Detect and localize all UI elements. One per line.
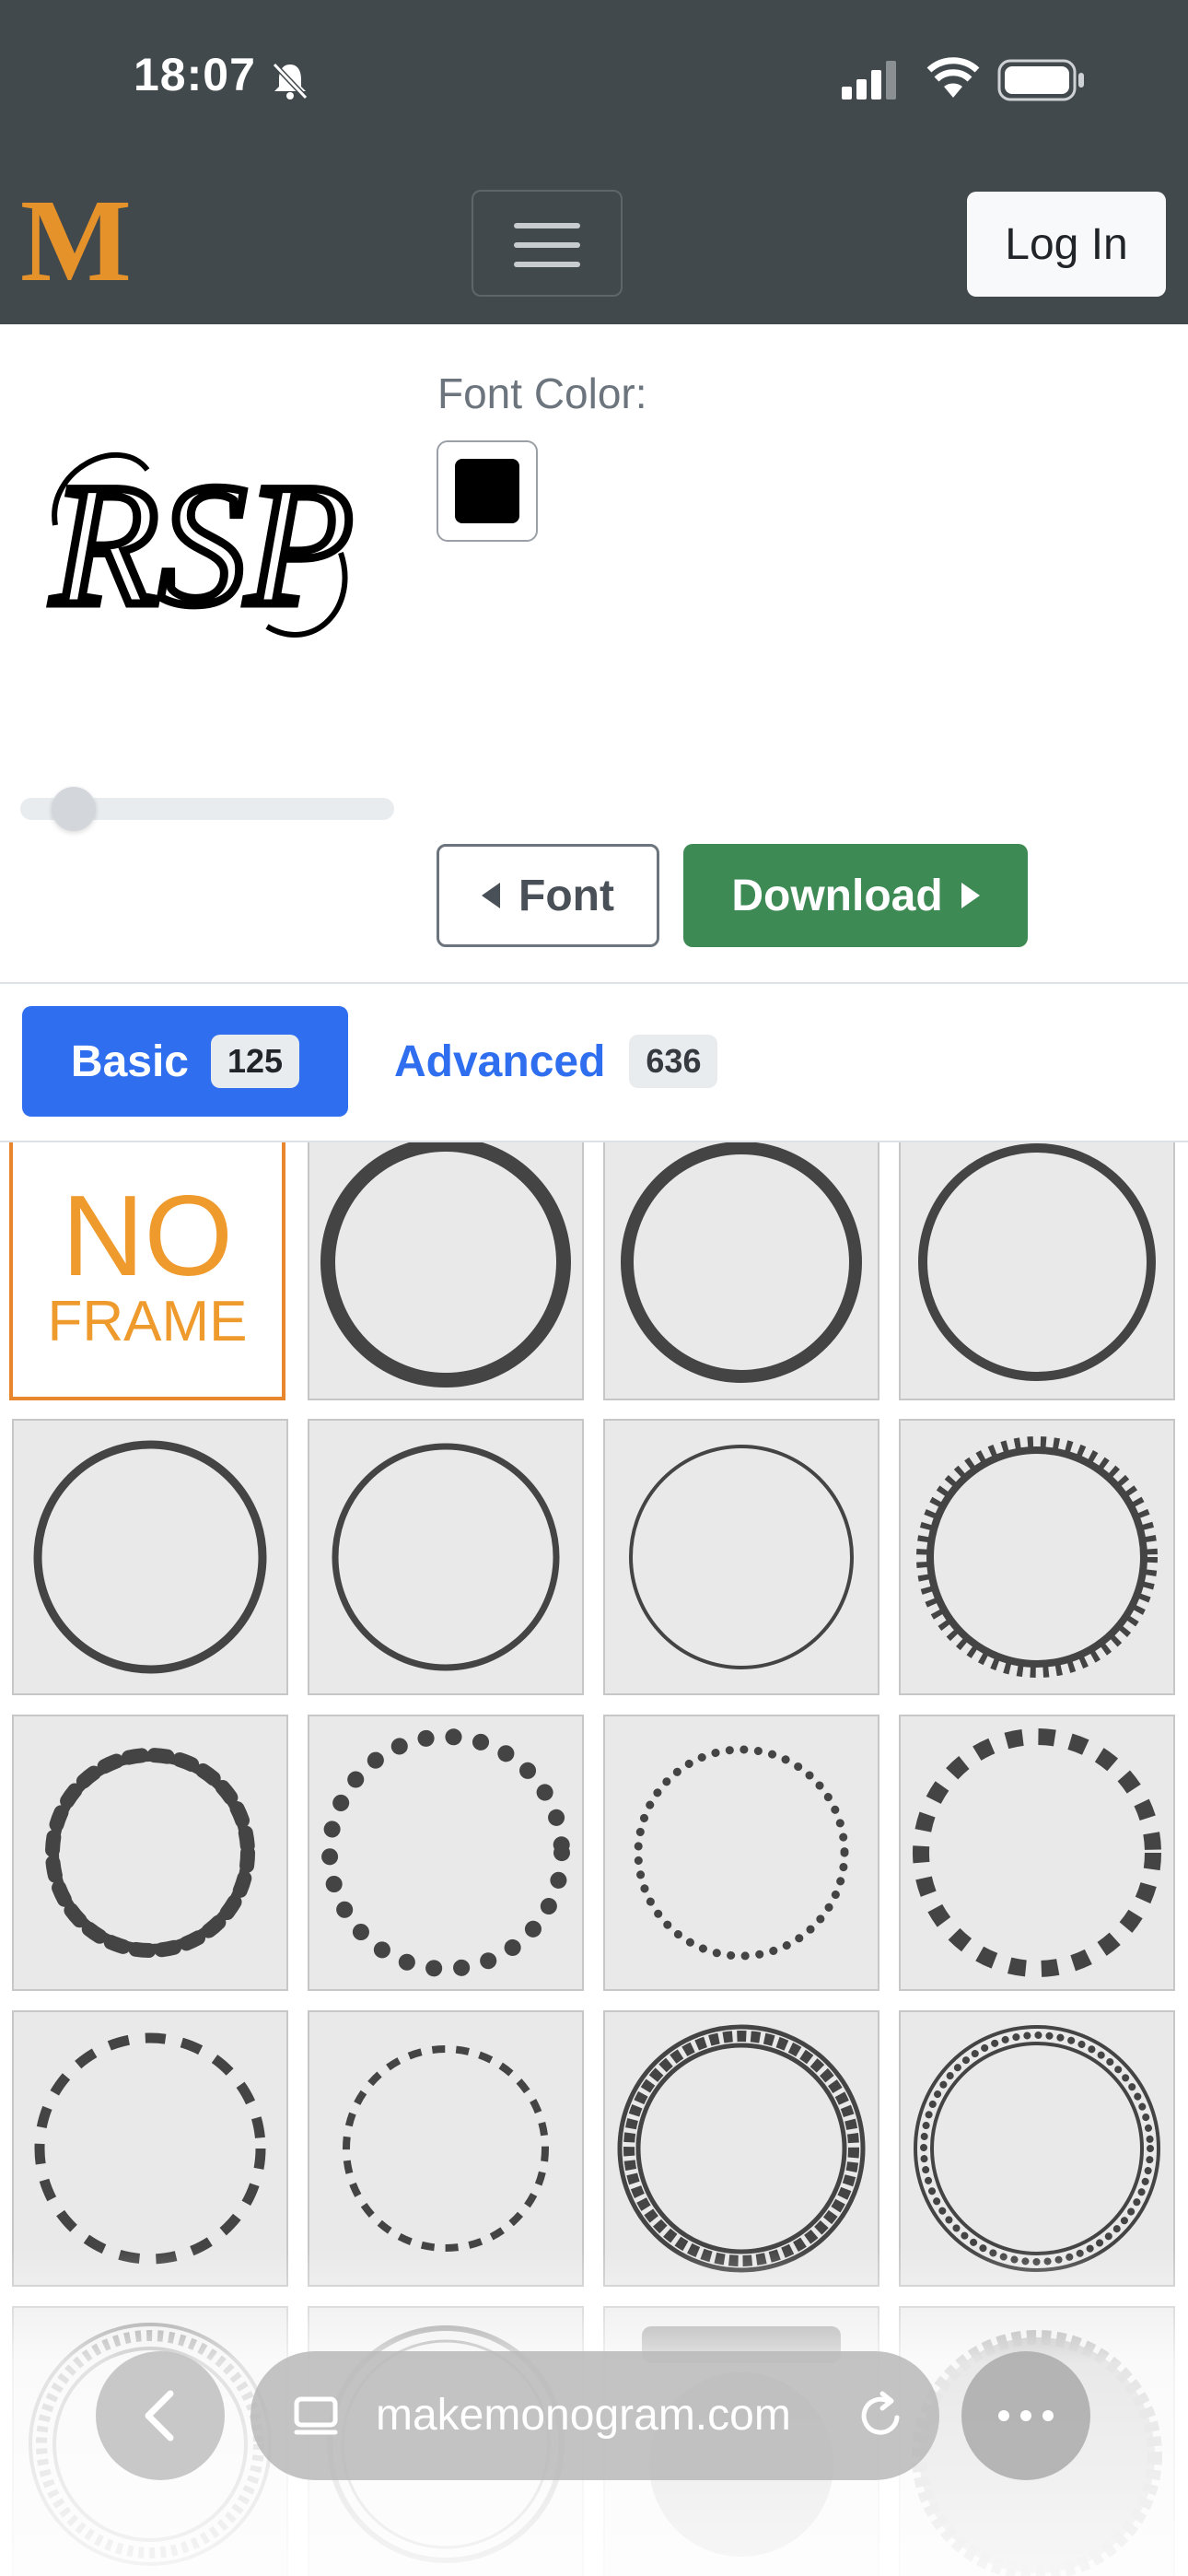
ring-frame-icon — [332, 1443, 560, 1671]
frame-option[interactable] — [12, 1715, 288, 1991]
frame-option[interactable] — [308, 2010, 584, 2287]
hamburger-line — [514, 262, 580, 267]
monogram-preview: RSP — [46, 445, 357, 647]
tab-basic-label: Basic — [70, 1036, 189, 1086]
dashed-frame-icon — [913, 1728, 1161, 1977]
frame-option[interactable] — [899, 1419, 1175, 1695]
menu-toggle-button[interactable] — [472, 190, 623, 297]
hamburger-line — [514, 223, 580, 228]
frame-option[interactable] — [308, 1142, 584, 1400]
more-dot — [998, 2410, 1009, 2421]
caret-right-icon — [961, 883, 980, 908]
login-button[interactable]: Log In — [967, 192, 1166, 297]
tab-advanced[interactable]: Advanced 636 — [379, 1006, 732, 1117]
status-time: 18:07 — [134, 49, 256, 100]
tab-overview-icon — [294, 2396, 338, 2435]
frame-option[interactable] — [899, 1142, 1175, 1400]
frame-option[interactable] — [603, 1715, 879, 1991]
more-dot — [1042, 2410, 1054, 2421]
more-options-button[interactable] — [961, 2351, 1090, 2480]
chevron-left-icon — [145, 2390, 174, 2441]
font-color-label: Font Color: — [437, 369, 647, 417]
caret-left-icon — [482, 883, 501, 908]
frame-option[interactable] — [899, 1715, 1175, 1991]
frame-option-no-frame[interactable]: NO FRAME — [9, 1142, 285, 1400]
frame-option[interactable] — [308, 1419, 584, 1695]
ring-frame-icon — [320, 1142, 571, 1388]
dotted-frame-icon — [634, 1745, 849, 1961]
dashed-frame-icon — [34, 2032, 266, 2265]
browser-back-button[interactable] — [96, 2351, 225, 2480]
divider — [0, 982, 1188, 984]
site-logo[interactable]: M — [20, 181, 132, 300]
frame-option[interactable] — [12, 2010, 288, 2287]
frame-option[interactable] — [12, 1419, 288, 1695]
monogram-text: RSP — [50, 449, 353, 642]
font-back-button[interactable]: Font — [437, 844, 659, 947]
cellular-signal-icon — [842, 61, 896, 100]
double-ring-frame-icon — [617, 2024, 866, 2273]
ring-frame-icon — [918, 1143, 1156, 1381]
frame-option[interactable] — [603, 2010, 879, 2287]
frame-option[interactable] — [308, 1715, 584, 1991]
hamburger-line — [514, 242, 580, 248]
ring-frame-icon — [33, 1440, 267, 1674]
frame-option[interactable] — [603, 1419, 879, 1695]
more-dot — [1020, 2410, 1031, 2421]
address-bar[interactable]: makemonogram.com — [250, 2351, 939, 2480]
font-color-swatch[interactable] — [437, 440, 538, 542]
font-button-label: Font — [518, 871, 614, 920]
tab-basic[interactable]: Basic 125 — [22, 1006, 348, 1117]
dotted-frame-icon — [321, 1728, 570, 1977]
reload-icon[interactable] — [855, 2390, 906, 2441]
tab-advanced-label: Advanced — [394, 1036, 606, 1086]
ring-frame-icon — [621, 1142, 862, 1383]
double-ring-frame-icon — [914, 2025, 1160, 2272]
tab-basic-count-badge: 125 — [211, 1035, 300, 1088]
wifi-icon — [926, 57, 980, 98]
scalloped-frame-icon — [916, 1436, 1158, 1678]
color-fill — [455, 459, 519, 523]
top-bar: 18:07 M Log In — [0, 0, 1188, 324]
no-frame-text-line1: NO — [62, 1173, 233, 1300]
scalloped-frame-icon — [45, 1748, 255, 1958]
download-button-label: Download — [731, 871, 943, 920]
silent-bell-icon — [272, 62, 309, 100]
dashed-frame-icon — [343, 2045, 549, 2252]
url-text: makemonogram.com — [376, 2391, 791, 2440]
ring-frame-icon — [629, 1445, 854, 1669]
frame-option[interactable] — [603, 1142, 879, 1400]
frame-option[interactable] — [899, 2010, 1175, 2287]
no-frame-text-line2: FRAME — [47, 1290, 248, 1353]
size-slider-thumb[interactable] — [52, 787, 96, 831]
tab-advanced-count-badge: 636 — [629, 1035, 718, 1088]
battery-icon — [997, 59, 1084, 101]
download-button[interactable]: Download — [683, 844, 1028, 947]
